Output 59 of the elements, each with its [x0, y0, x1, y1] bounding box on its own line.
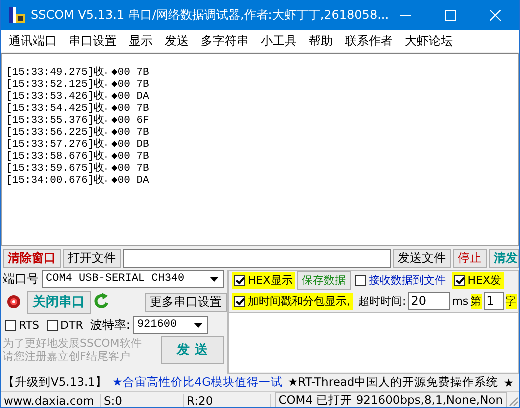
status-text: R:20 — [184, 394, 271, 407]
caret-icon — [210, 276, 219, 282]
checkbox[interactable]: HEX发 — [452, 272, 504, 289]
clear-button[interactable]: 清除窗口 — [3, 249, 61, 268]
port-label: 端口号 — [3, 270, 39, 288]
log-line: [15:33:56.225]收←◆00 7B — [6, 127, 150, 139]
log-line: [15:33:49.275]收←◆00 7B — [6, 67, 150, 79]
menu-item[interactable]: 小工具 — [255, 32, 303, 50]
input-field[interactable]: 1 — [484, 292, 504, 310]
nth-label: 第 — [470, 294, 482, 308]
baud-label: 波特率: — [90, 316, 130, 334]
menu-item[interactable]: 发送 — [159, 32, 195, 50]
log-line: [15:33:53.426]收←◆00 DA — [6, 91, 150, 103]
log-line: [15:33:55.376]收←◆00 6F — [6, 115, 150, 127]
hint-text: 请您注册嘉立创F结尾客户 — [3, 350, 132, 363]
menu-item[interactable]: 串口设置 — [63, 32, 123, 50]
timeout-label: 超时时间: — [358, 294, 406, 308]
log-line: [15:33:58.676]收←◆00 7B — [6, 151, 150, 163]
file-path-field[interactable] — [123, 249, 391, 268]
menu-item[interactable]: 多字符串 — [195, 32, 255, 50]
hint-text: 为了更好地发展SSCOM软件 — [3, 337, 142, 350]
ad-text: 【升级到V5.13.1】 — [3, 375, 108, 390]
checkbox[interactable]: DTR — [44, 318, 86, 332]
resize-grip-icon — [508, 396, 518, 406]
save-data-button[interactable]: 保存数据 — [296, 271, 351, 290]
menu-item[interactable]: 帮助 — [303, 32, 339, 50]
log-line: [15:33:52.125]收←◆00 7B — [6, 79, 150, 91]
log-line: [15:34:00.676]收←◆00 DA — [6, 175, 150, 187]
window-title: SSCOM V5.13.1 串口/网络数据调试器,作者:大虾丁丁,2618058... — [31, 6, 390, 24]
checkbox[interactable]: 接收数据到文件 — [352, 272, 448, 289]
caret-icon — [194, 322, 204, 328]
stop-button[interactable]: 停止 — [453, 249, 487, 268]
checkbox[interactable]: 加时间戳和分包显示, — [232, 292, 352, 310]
status-text: S:0 — [101, 394, 184, 407]
checkbox[interactable]: HEX显示 — [232, 272, 295, 289]
status-text: COM4 已打开 921600bps,8,1,None,Non — [274, 392, 507, 407]
maximize-icon — [445, 10, 456, 20]
refresh-icon — [94, 293, 110, 311]
checkbox[interactable]: RTS — [3, 318, 42, 332]
more-settings-button[interactable]: 更多串口设置 — [145, 292, 227, 312]
log-line: [15:33:59.675]收←◆00 7B — [6, 163, 150, 175]
unit-label: ms — [452, 294, 469, 308]
send-file-button[interactable]: 发送文件 — [393, 249, 451, 268]
log-line: [15:33:54.425]收←◆00 7B — [6, 103, 150, 115]
menu-item[interactable]: 联系作者 — [339, 32, 399, 50]
app-icon — [9, 6, 25, 24]
dropdown[interactable]: COM4 USB-SERIAL CH340 — [42, 270, 224, 288]
ad-link[interactable]: ★合宙高性价比4G模块值得一试 — [112, 375, 283, 390]
status-text: www.daxia.com — [1, 394, 101, 407]
menu-item[interactable]: 大虾论坛 — [399, 32, 459, 50]
input-field[interactable]: 20 — [408, 292, 450, 310]
open-file-button[interactable]: 打开文件 — [63, 249, 121, 268]
menu-item[interactable]: 通讯端口 — [3, 32, 63, 50]
menu-item[interactable]: 显示 — [123, 32, 159, 50]
log-line: [15:33:57.276]收←◆00 DB — [6, 139, 150, 151]
dropdown[interactable]: 921600 — [133, 316, 208, 334]
ad-text: ★ — [504, 376, 514, 390]
ad-text: ★RT-Thread中国人的开源免费操作系统 — [288, 375, 499, 390]
close-icon — [490, 10, 501, 20]
